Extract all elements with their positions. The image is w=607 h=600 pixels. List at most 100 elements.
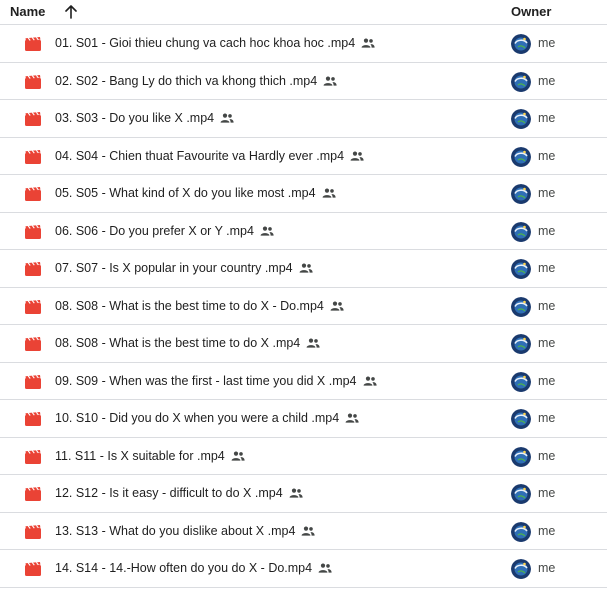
file-name-cell: 02. S02 - Bang Ly do thich va khong thic…	[55, 74, 337, 88]
owner-name: me	[538, 486, 556, 500]
file-row[interactable]: 10. S10 - Did you do X when you were a c…	[0, 400, 607, 438]
file-name: 09. S09 - When was the first - last time…	[55, 373, 357, 388]
file-row[interactable]: 02. S02 - Bang Ly do thich va khong thic…	[0, 63, 607, 100]
video-file-icon	[25, 524, 41, 539]
file-name: 08. S08 - What is the best time to do X …	[55, 336, 301, 350]
file-row[interactable]: 05. S05 - What kind of X do you like mos…	[0, 175, 607, 213]
shared-people-icon	[330, 301, 344, 311]
file-name: 11. S11 - Is X suitable for .mp4	[55, 448, 225, 463]
video-file-icon	[25, 74, 41, 89]
video-file-icon	[25, 224, 41, 239]
owner-name: me	[538, 336, 556, 350]
owner-name: me	[538, 73, 556, 88]
shared-people-icon	[361, 38, 375, 48]
file-row[interactable]: 14. S14 - 14.-How often do you do X - Do…	[0, 550, 607, 588]
file-name-cell: 08. S08 - What is the best time to do X …	[55, 336, 320, 350]
owner-avatar	[511, 296, 531, 317]
owner-avatar	[511, 484, 531, 504]
owner-name: me	[538, 411, 556, 425]
owner-name: me	[538, 148, 556, 163]
owner-avatar	[511, 334, 531, 354]
owner-avatar	[511, 71, 531, 92]
shared-people-icon	[302, 526, 316, 536]
video-file-icon	[25, 374, 41, 389]
shared-people-icon	[363, 376, 377, 386]
shared-people-icon	[318, 563, 332, 573]
file-name: 02. S02 - Bang Ly do thich va khong thic…	[55, 73, 318, 88]
owner-column-header[interactable]: Owner	[511, 4, 551, 19]
file-name: 07. S07 - Is X popular in your country .…	[55, 261, 293, 275]
file-name-cell: 09. S09 - When was the first - last time…	[55, 374, 377, 388]
file-name-cell: 12. S12 - Is it easy - difficult to do X…	[55, 486, 303, 500]
file-name-cell: 14. S14 - 14.-How often do you do X - Do…	[55, 561, 332, 575]
owner-avatar	[511, 259, 531, 279]
file-row[interactable]: 08. S08 - What is the best time to do X …	[0, 288, 607, 325]
file-name-cell: 01. S01 - Gioi thieu chung va cach hoc k…	[55, 36, 375, 50]
owner-name: me	[538, 111, 556, 125]
owner-name: me	[538, 36, 556, 50]
file-name: 13. S13 - What do you dislike about X .m…	[55, 523, 296, 538]
video-file-icon	[25, 112, 41, 126]
owner-avatar	[511, 446, 531, 467]
file-name-cell: 11. S11 - Is X suitable for .mp4	[55, 449, 245, 463]
name-column-header[interactable]: Name	[10, 4, 79, 19]
file-name-cell: 13. S13 - What do you dislike about X .m…	[55, 523, 316, 538]
file-name-cell: 03. S03 - Do you like X .mp4	[55, 111, 234, 125]
file-name: 12. S12 - Is it easy - difficult to do X…	[55, 486, 283, 500]
shared-people-icon	[323, 76, 337, 86]
video-file-icon	[25, 37, 41, 51]
owner-name: me	[538, 261, 556, 275]
owner-avatar	[511, 409, 531, 429]
file-name: 10. S10 - Did you do X when you were a c…	[55, 411, 340, 425]
file-name-cell: 10. S10 - Did you do X when you were a c…	[55, 411, 359, 425]
arrow-up-icon[interactable]	[63, 4, 79, 19]
owner-name: me	[538, 523, 556, 538]
file-row[interactable]: 04. S04 - Chien thuat Favourite va Hardl…	[0, 138, 607, 175]
file-row[interactable]: 06. S06 - Do you prefer X or Y .mp4 me	[0, 213, 607, 250]
owner-name: me	[538, 186, 556, 200]
file-name-cell: 07. S07 - Is X popular in your country .…	[55, 261, 313, 275]
owner-avatar	[511, 34, 531, 54]
shared-people-icon	[231, 451, 245, 461]
owner-avatar	[511, 146, 531, 167]
owner-name: me	[538, 448, 556, 463]
owner-avatar	[511, 109, 531, 129]
list-header: Name Owner	[0, 0, 607, 25]
video-file-icon	[25, 149, 41, 164]
file-row[interactable]: 08. S08 - What is the best time to do X …	[0, 325, 607, 363]
video-file-icon	[25, 487, 41, 501]
video-file-icon	[25, 449, 41, 464]
name-column-label: Name	[10, 4, 46, 19]
shared-people-icon	[260, 226, 274, 236]
file-name: 03. S03 - Do you like X .mp4	[55, 111, 215, 125]
file-row[interactable]: 09. S09 - When was the first - last time…	[0, 363, 607, 400]
owner-avatar	[511, 371, 531, 392]
owner-avatar	[511, 221, 531, 242]
file-name-cell: 06. S06 - Do you prefer X or Y .mp4	[55, 224, 274, 238]
video-file-icon	[25, 262, 41, 276]
owner-avatar	[511, 559, 531, 579]
file-row[interactable]: 03. S03 - Do you like X .mp4 me	[0, 100, 607, 138]
file-list: Name Owner 01. S01 - Gioi thieu chung va…	[0, 0, 607, 600]
file-row[interactable]: 13. S13 - What do you dislike about X .m…	[0, 513, 607, 550]
owner-name: me	[538, 373, 556, 388]
video-file-icon	[25, 562, 41, 576]
shared-people-icon	[350, 151, 364, 161]
file-name: 06. S06 - Do you prefer X or Y .mp4	[55, 223, 254, 238]
owner-name: me	[538, 561, 556, 575]
file-row[interactable]: 07. S07 - Is X popular in your country .…	[0, 250, 607, 288]
shared-people-icon	[289, 488, 303, 498]
shared-people-icon	[322, 188, 336, 198]
file-name: 05. S05 - What kind of X do you like mos…	[55, 186, 316, 200]
file-name-cell: 05. S05 - What kind of X do you like mos…	[55, 186, 336, 200]
file-row[interactable]: 12. S12 - Is it easy - difficult to do X…	[0, 475, 607, 513]
video-file-icon	[25, 337, 41, 351]
file-row[interactable]: 01. S01 - Gioi thieu chung va cach hoc k…	[0, 25, 607, 63]
file-row[interactable]: 11. S11 - Is X suitable for .mp4 me	[0, 438, 607, 475]
owner-name: me	[538, 223, 556, 238]
shared-people-icon	[220, 113, 234, 123]
video-file-icon	[25, 187, 41, 201]
file-name-cell: 04. S04 - Chien thuat Favourite va Hardl…	[55, 149, 364, 163]
video-file-icon	[25, 299, 41, 314]
video-file-icon	[25, 412, 41, 426]
